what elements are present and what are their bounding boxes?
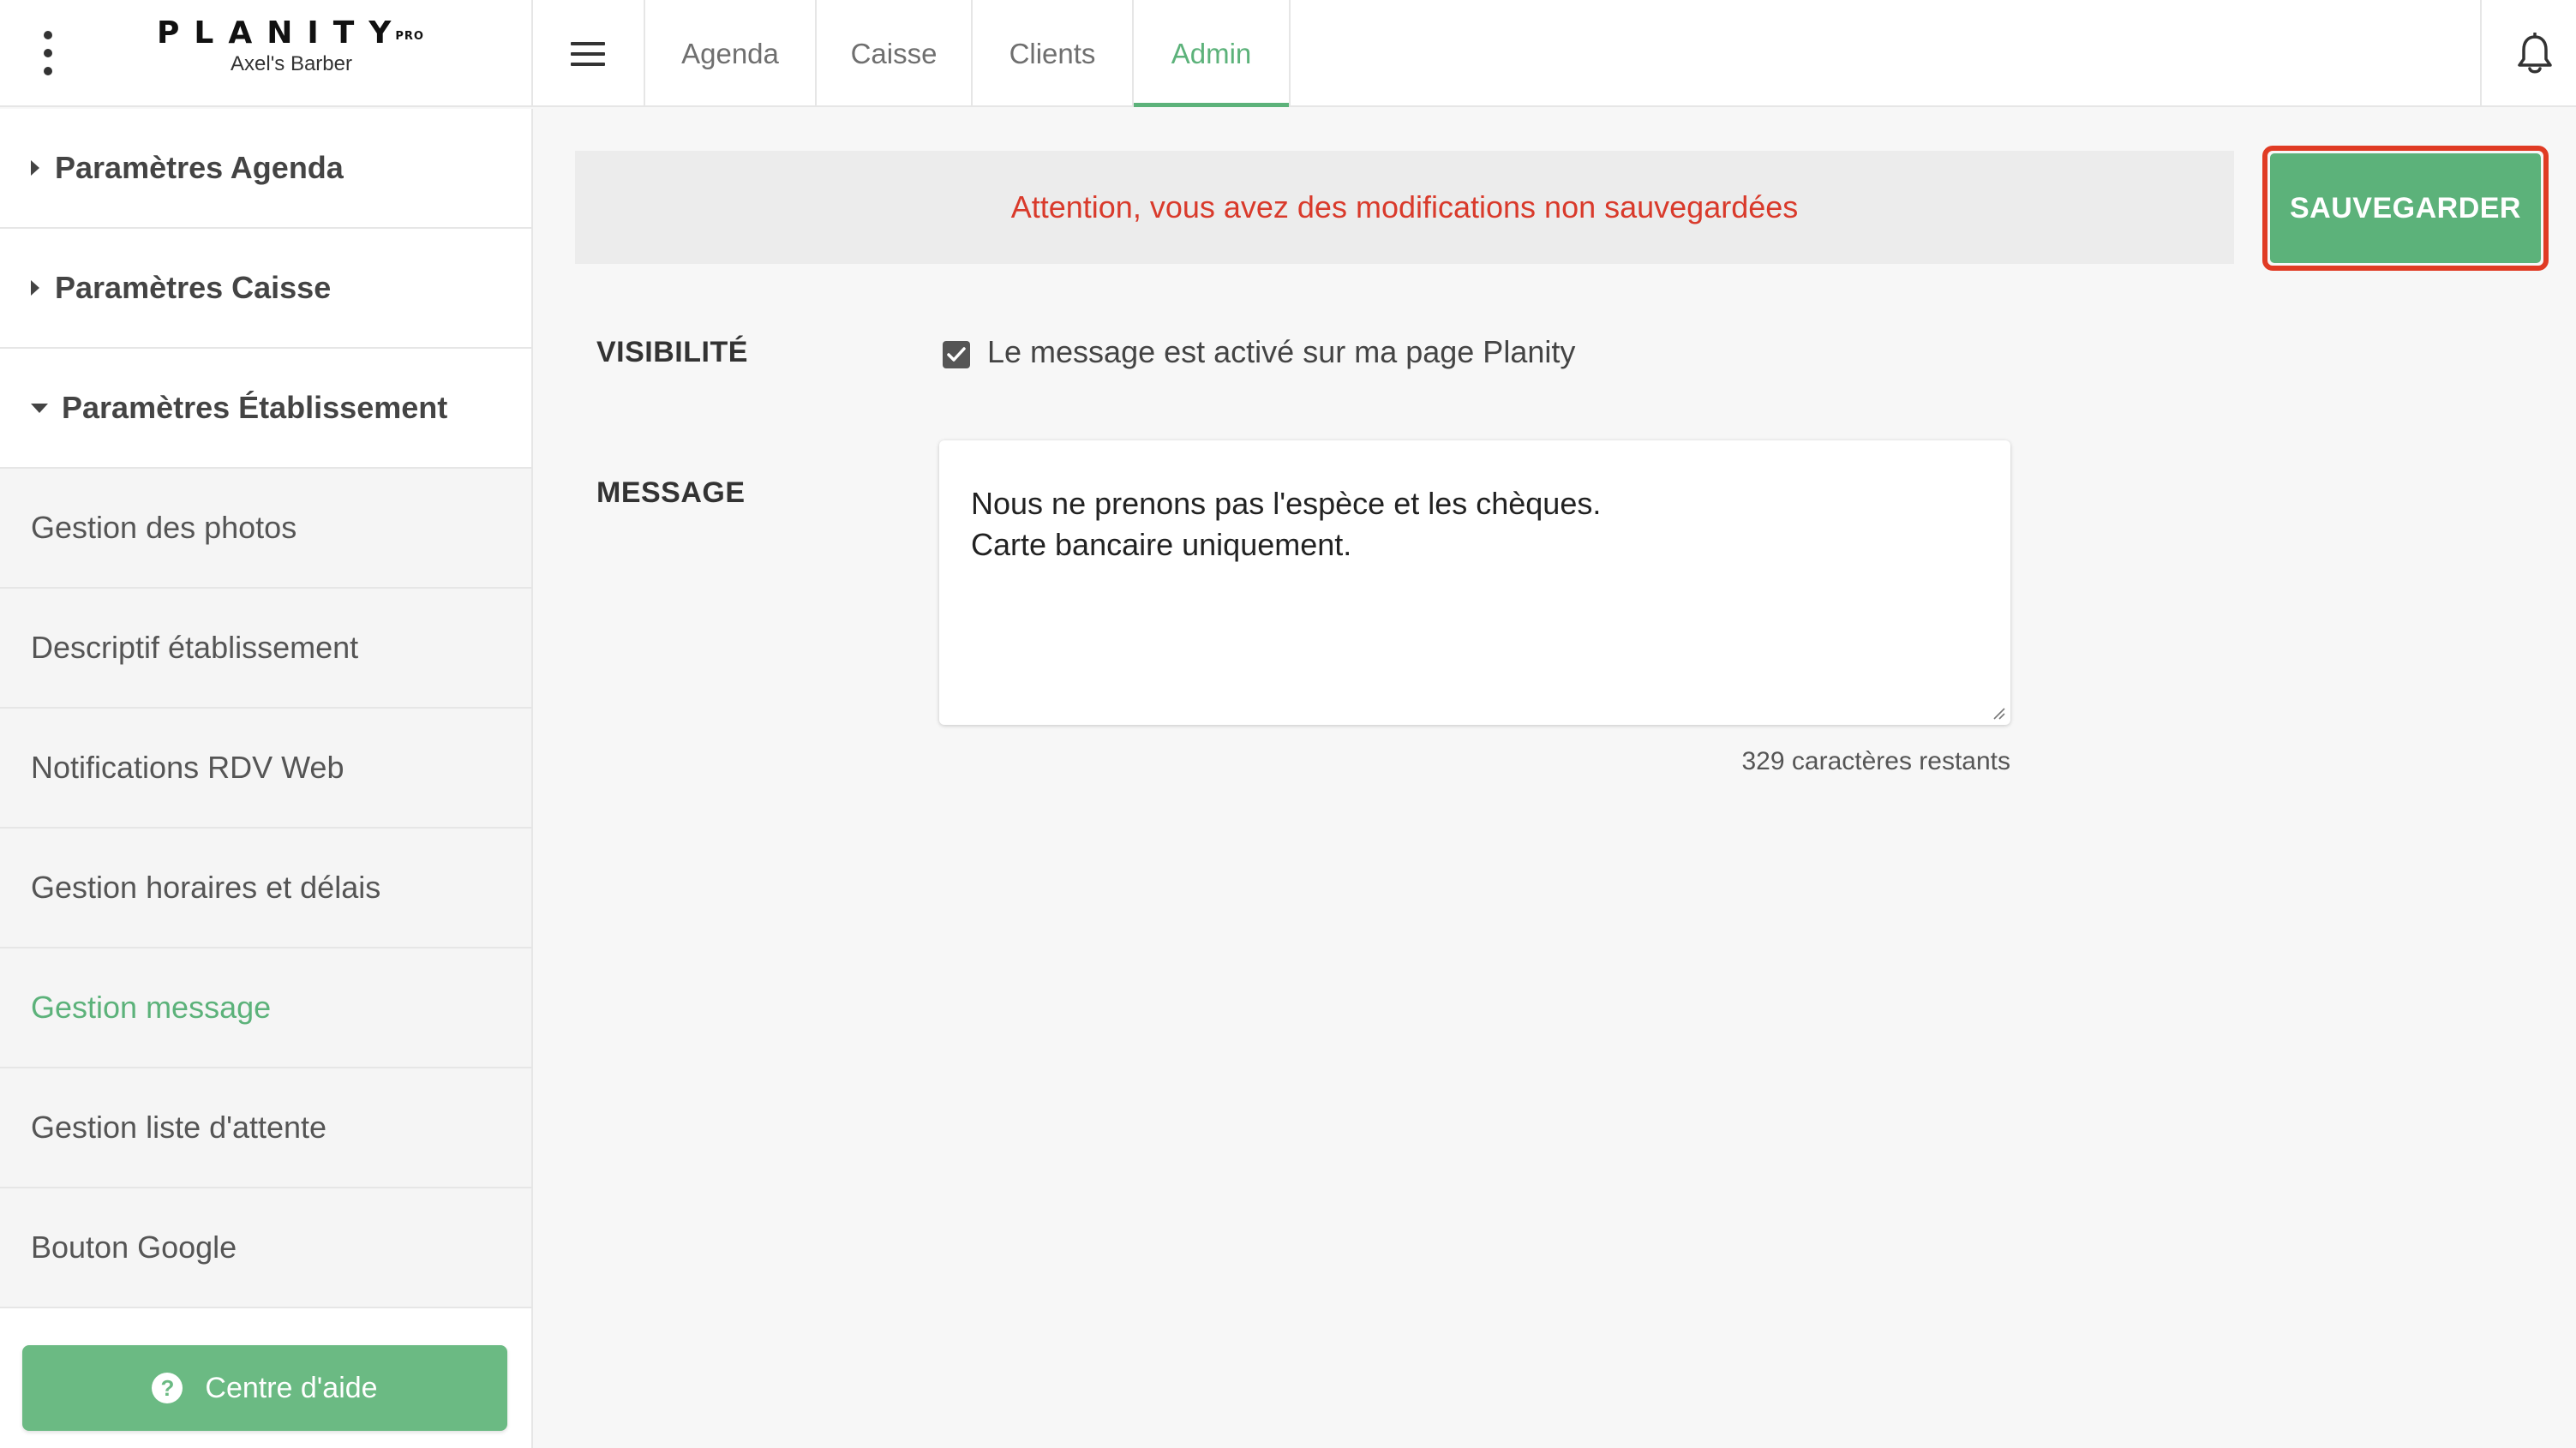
divider (1289, 0, 1291, 107)
message-line: Carte bancaire uniquement. (971, 527, 1352, 562)
help-center-label: Centre d'aide (205, 1371, 378, 1404)
sidebar-item-label: Gestion liste d'attente (31, 1110, 327, 1145)
section-label: Paramètres Établissement (62, 390, 448, 425)
sidebar-item-label: Gestion des photos (31, 510, 297, 545)
section-label: Paramètres Agenda (55, 150, 344, 185)
resize-handle-icon[interactable] (1992, 706, 2005, 720)
sidebar-item-notifications[interactable]: Notifications RDV Web (0, 709, 531, 829)
logo-pro-badge: PRO (395, 30, 424, 43)
message-line: Nous ne prenons pas l'espèce et les chèq… (971, 486, 1602, 521)
hamburger-menu-icon[interactable] (571, 42, 605, 66)
caret-down-icon (31, 403, 48, 413)
section-label: Paramètres Caisse (55, 270, 332, 305)
tab-label: Admin (1171, 37, 1252, 69)
save-button-highlight: SAUVEGARDER (2262, 146, 2549, 271)
sidebar-item-descriptif[interactable]: Descriptif établissement (0, 589, 531, 709)
kebab-menu-icon[interactable] (33, 31, 63, 75)
sidebar-section-agenda[interactable]: Paramètres Agenda (0, 109, 531, 229)
message-textarea[interactable]: Nous ne prenons pas l'espèce et les chèq… (939, 440, 2010, 725)
bell-icon[interactable] (2516, 32, 2554, 75)
sidebar: Paramètres Agenda Paramètres Caisse Para… (0, 109, 533, 1448)
sidebar-section-etablissement[interactable]: Paramètres Établissement (0, 349, 531, 469)
sidebar-item-liste-attente[interactable]: Gestion liste d'attente (0, 1068, 531, 1188)
salon-name: Axel's Barber (231, 52, 352, 75)
caret-right-icon (31, 280, 39, 296)
tab-label: Clients (1009, 37, 1096, 69)
tab-agenda[interactable]: Agenda (645, 0, 815, 107)
caret-right-icon (31, 160, 39, 176)
sidebar-item-horaires[interactable]: Gestion horaires et délais (0, 829, 531, 948)
help-center-button[interactable]: ? Centre d'aide (22, 1345, 507, 1431)
sidebar-section-caisse[interactable]: Paramètres Caisse (0, 229, 531, 349)
sidebar-item-label: Descriptif établissement (31, 630, 359, 665)
brand: PLANITYPRO Axel's Barber (103, 14, 480, 91)
sidebar-item-label: Notifications RDV Web (31, 750, 344, 785)
sidebar-item-message[interactable]: Gestion message (0, 948, 531, 1068)
sidebar-item-label: Gestion horaires et délais (31, 870, 381, 905)
tab-admin[interactable]: Admin (1134, 0, 1289, 107)
tab-label: Caisse (850, 37, 938, 69)
character-counter: 329 caractères restants (1741, 747, 2011, 775)
sidebar-item-photos[interactable]: Gestion des photos (0, 469, 531, 589)
sidebar-item-label: Gestion message (31, 990, 272, 1025)
visibility-checkbox-label[interactable]: Le message est activé sur ma page Planit… (987, 334, 1575, 370)
visibility-checkbox[interactable] (943, 341, 970, 368)
checkmark-icon (947, 347, 966, 362)
message-label: MESSAGE (596, 476, 746, 509)
planity-logo: PLANITYPRO (103, 14, 480, 53)
tab-caisse[interactable]: Caisse (817, 0, 971, 107)
tab-label: Agenda (681, 37, 779, 69)
logo-text: PLANITY (157, 15, 406, 51)
top-bar: PLANITYPRO Axel's Barber Agenda Caisse C… (0, 0, 2576, 107)
unsaved-warning-banner: Attention, vous avez des modifications n… (575, 151, 2234, 264)
sidebar-item-label: Bouton Google (31, 1230, 237, 1265)
save-button[interactable]: SAUVEGARDER (2270, 153, 2541, 263)
divider (2480, 0, 2482, 107)
tab-clients[interactable]: Clients (973, 0, 1132, 107)
question-circle-icon: ? (152, 1373, 183, 1403)
visibility-label: VISIBILITÉ (596, 336, 748, 368)
sidebar-item-google[interactable]: Bouton Google (0, 1188, 531, 1308)
warning-text: Attention, vous avez des modifications n… (1010, 189, 1799, 224)
divider (531, 0, 533, 107)
